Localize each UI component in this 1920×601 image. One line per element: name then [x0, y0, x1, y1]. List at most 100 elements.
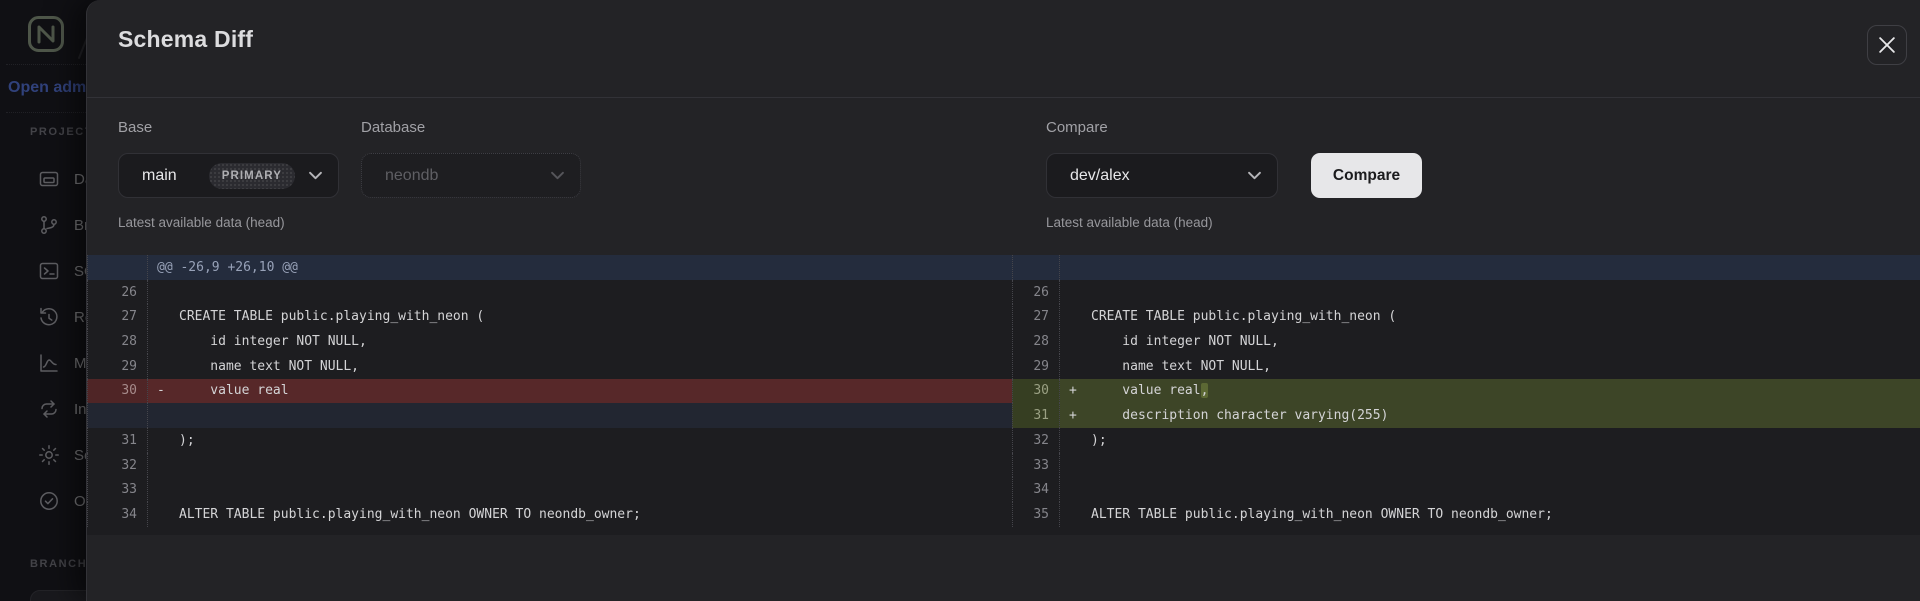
diff-marker: - [157, 383, 179, 398]
code-cell: ALTER TABLE public.playing_with_neon OWN… [1060, 502, 1920, 527]
code-line: description character varying(255) [1091, 408, 1388, 423]
diff-row-ctx: 29 name text NOT NULL, [87, 354, 1012, 379]
diff-row-ctx: 27CREATE TABLE public.playing_with_neon … [1012, 304, 1920, 329]
code-cell: + value real, [1060, 379, 1920, 404]
line-number: 28 [87, 329, 148, 354]
base-label: Base [118, 119, 152, 136]
line-number: 30 [87, 379, 148, 404]
code-cell [1060, 280, 1920, 305]
code-cell: CREATE TABLE public.playing_with_neon ( [1060, 304, 1920, 329]
primary-badge: PRIMARY [209, 163, 295, 189]
diff-row-hunk [1012, 255, 1920, 280]
code-cell: @@ -26,9 +26,10 @@ [148, 255, 1012, 280]
diff-row-ctx: 32 [87, 453, 1012, 478]
diff-marker: + [1069, 408, 1091, 423]
compare-label: Compare [1046, 119, 1108, 136]
code-line: ALTER TABLE public.playing_with_neon OWN… [1091, 507, 1553, 522]
chevron-down-icon [1248, 171, 1261, 180]
diff-row-ctx: 27 CREATE TABLE public.playing_with_neon … [87, 304, 1012, 329]
hunk-header-text: @@ -26,9 +26,10 @@ [157, 260, 298, 275]
base-branch-value: main [142, 167, 177, 185]
diff-marker: + [1069, 383, 1091, 398]
code-line: id integer NOT NULL, [1091, 334, 1279, 349]
inline-added-char: , [1201, 383, 1209, 398]
diff-row-add: 30+ value real, [1012, 379, 1920, 404]
line-number: 33 [87, 477, 148, 502]
line-number: 27 [87, 304, 148, 329]
code-cell [148, 477, 1012, 502]
compare-button[interactable]: Compare [1311, 153, 1422, 198]
compare-data-hint: Latest available data (head) [1046, 215, 1213, 230]
line-number: 29 [87, 354, 148, 379]
code-cell: ); [1060, 428, 1920, 453]
code-line: ); [179, 433, 195, 448]
diff-row-filler [87, 403, 1012, 428]
line-number: 31 [87, 428, 148, 453]
database-value: neondb [385, 167, 438, 185]
code-line: value real, [1091, 383, 1208, 398]
base-data-hint: Latest available data (head) [118, 215, 285, 230]
code-cell [148, 453, 1012, 478]
line-number: 26 [1012, 280, 1060, 305]
line-number [1012, 255, 1060, 280]
modal-title: Schema Diff [118, 26, 253, 53]
code-cell: id integer NOT NULL, [1060, 329, 1920, 354]
line-number: 32 [1012, 428, 1060, 453]
line-number: 27 [1012, 304, 1060, 329]
code-line: ); [1091, 433, 1107, 448]
line-number: 34 [87, 502, 148, 527]
diff-pane-base: @@ -26,9 +26,10 @@2627CREATE TABLE publi… [87, 255, 1012, 535]
diff-row-ctx: 32); [1012, 428, 1920, 453]
close-icon [1879, 37, 1895, 53]
code-line: CREATE TABLE public.playing_with_neon ( [179, 309, 484, 324]
line-number: 29 [1012, 354, 1060, 379]
chevron-down-icon [551, 171, 564, 180]
schema-diff-viewer: @@ -26,9 +26,10 @@2627CREATE TABLE publi… [87, 255, 1920, 535]
code-cell: ); [148, 428, 1012, 453]
code-cell [1060, 453, 1920, 478]
code-cell: ALTER TABLE public.playing_with_neon OWN… [148, 502, 1012, 527]
compare-branch-select[interactable]: dev/alex [1046, 153, 1278, 198]
diff-row-ctx: 34 [1012, 477, 1920, 502]
diff-row-hunk: @@ -26,9 +26,10 @@ [87, 255, 1012, 280]
compare-branch-value: dev/alex [1070, 167, 1130, 185]
line-number [87, 255, 148, 280]
code-cell: name text NOT NULL, [1060, 354, 1920, 379]
code-cell: + description character varying(255) [1060, 403, 1920, 428]
line-number: 32 [87, 453, 148, 478]
line-number: 30 [1012, 379, 1060, 404]
diff-row-ctx: 29 name text NOT NULL, [1012, 354, 1920, 379]
diff-row-ctx: 33 [87, 477, 1012, 502]
line-number: 33 [1012, 453, 1060, 478]
modal-header: Schema Diff [87, 0, 1920, 98]
code-line: ALTER TABLE public.playing_with_neon OWN… [179, 507, 641, 522]
database-select: neondb [361, 153, 581, 198]
close-button[interactable] [1867, 25, 1907, 65]
code-line: name text NOT NULL, [1091, 359, 1271, 374]
code-cell: CREATE TABLE public.playing_with_neon ( [148, 304, 1012, 329]
schema-diff-modal: Schema Diff Base Database Compare main P… [86, 0, 1920, 601]
diff-row-ctx: 28 id integer NOT NULL, [87, 329, 1012, 354]
neon-console-screen: Open admin PROJECT DashboardBranchesSQL … [0, 0, 1920, 601]
code-line: value real [179, 383, 289, 398]
diff-row-ctx: 35 ALTER TABLE public.playing_with_neon O… [1012, 502, 1920, 527]
code-line: name text NOT NULL, [179, 359, 359, 374]
code-cell [1060, 255, 1920, 280]
diff-row-ctx: 34 ALTER TABLE public.playing_with_neon O… [87, 502, 1012, 527]
diff-row-ctx: 33 [1012, 453, 1920, 478]
diff-row-ctx: 31); [87, 428, 1012, 453]
line-number [87, 403, 148, 428]
database-label: Database [361, 119, 425, 136]
code-cell [1060, 477, 1920, 502]
diff-row-add: 31+ description character varying(255) [1012, 403, 1920, 428]
line-number: 34 [1012, 477, 1060, 502]
line-number: 35 [1012, 502, 1060, 527]
code-cell: name text NOT NULL, [148, 354, 1012, 379]
diff-row-del: 30- value real [87, 379, 1012, 404]
diff-row-ctx: 26 [1012, 280, 1920, 305]
base-branch-select[interactable]: main PRIMARY [118, 153, 339, 198]
line-number: 31 [1012, 403, 1060, 428]
chevron-down-icon [309, 171, 322, 180]
diff-row-ctx: 28 id integer NOT NULL, [1012, 329, 1920, 354]
diff-pane-compare: 2627CREATE TABLE public.playing_with_neo… [1012, 255, 1920, 535]
